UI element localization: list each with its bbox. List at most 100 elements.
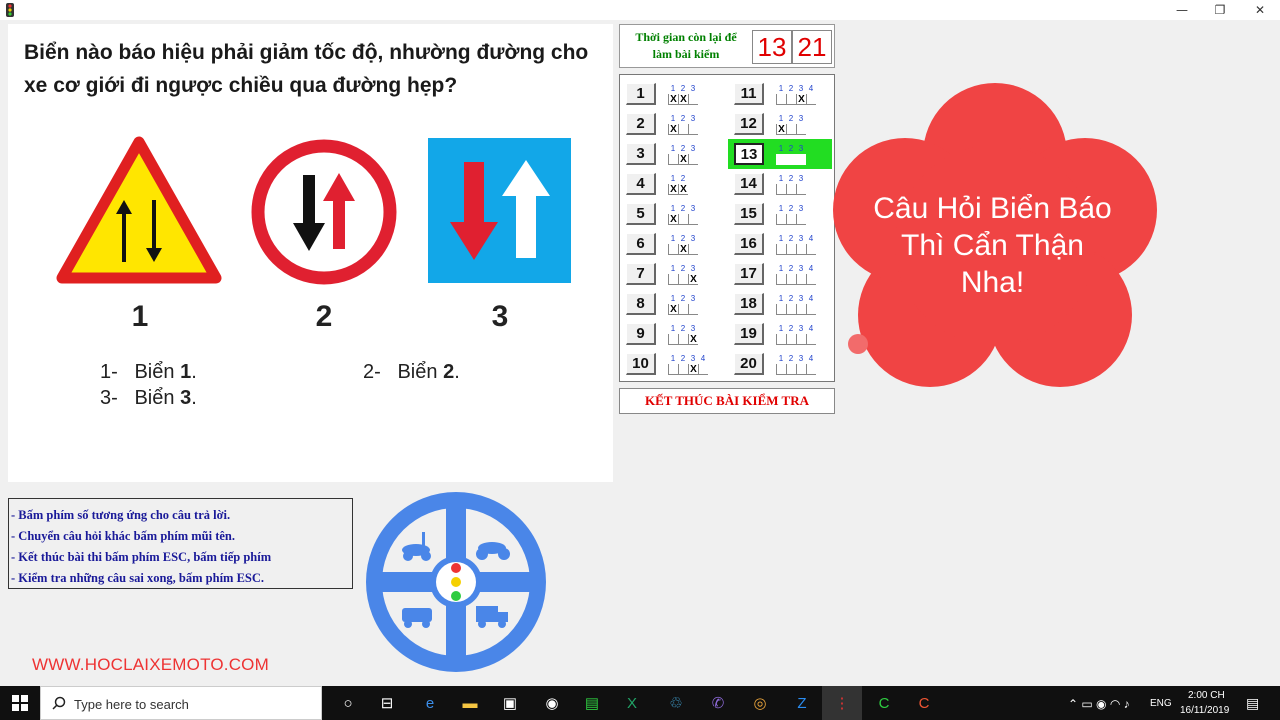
cortana-icon[interactable]: ○ [336,691,360,715]
motorbike-icon [476,542,510,560]
file-explorer-icon[interactable]: ▬ [458,691,482,715]
answer-marks: 123X [668,295,724,317]
recorder-icon[interactable]: C [912,691,936,715]
option-box [796,124,806,135]
notepad-icon[interactable]: ▤ [580,691,604,715]
option-box [668,154,678,165]
option-boxes [776,214,806,225]
answer-marks: 123X [668,145,724,167]
option-box [688,244,698,255]
question-button-9[interactable]: 9 [626,323,656,345]
option-boxes [776,274,816,285]
option-boxes [776,244,816,255]
question-button-6[interactable]: 6 [626,233,656,255]
chrome-icon[interactable]: ◎ [748,691,772,715]
traffic-light-icon [6,3,14,17]
sync-icon[interactable]: ♲ [664,691,688,715]
question-button-17[interactable]: 17 [734,263,764,285]
question-button-10[interactable]: 10 [626,353,656,375]
instructions-box: - Bấm phím số tương ứng cho câu trả lời.… [8,498,353,589]
question-button-8[interactable]: 8 [626,293,656,315]
option-box [776,274,786,285]
sign-label-2: 2 [315,300,333,333]
minimize-button[interactable]: — [1162,0,1202,20]
option-box [688,94,698,105]
option-box [806,244,816,255]
question-button-18[interactable]: 18 [734,293,764,315]
question-button-12[interactable]: 12 [734,113,764,135]
option-box [776,304,786,315]
priority-oncoming-sign [251,139,397,285]
viber-icon[interactable]: ✆ [706,691,730,715]
zalo-icon[interactable]: Z [790,691,814,715]
excel-icon[interactable]: X [620,691,644,715]
answer-marks: 123 [776,145,832,167]
option-numbers: 1234 [778,264,814,273]
option-boxes: X [668,304,698,315]
option-box [678,334,688,345]
option-box [796,244,806,255]
start-button[interactable] [0,686,40,720]
question-button-19[interactable]: 19 [734,323,764,345]
option-numbers: 123 [778,174,804,183]
sign-label-3: 3 [491,300,509,333]
question-button-20[interactable]: 20 [734,353,764,375]
instruction-line: - Bấm phím số tương ứng cho câu trả lời. [11,508,231,522]
answer-marks: 1234 [776,235,832,257]
callout-dot [848,334,868,354]
option-box [786,244,796,255]
option-boxes [776,364,816,375]
question-button-15[interactable]: 15 [734,203,764,225]
camtasia-icon[interactable]: C [872,691,896,715]
question-button-7[interactable]: 7 [626,263,656,285]
option-numbers: 123 [778,144,804,153]
option-numbers: 123 [670,204,696,213]
question-button-2[interactable]: 2 [626,113,656,135]
option-boxes [776,154,806,165]
instruction-line: - Chuyển câu hỏi khác bấm phím mũi tên. [11,529,235,543]
option-box [776,94,786,105]
option-box [668,274,678,285]
answer-option-1[interactable]: 1- Biển 1. [100,361,197,384]
option-box [776,364,786,375]
task-view-icon[interactable]: ⊟ [375,691,399,715]
answer-option-2[interactable]: 2- Biển 2. [363,361,460,384]
option-box [786,274,796,285]
option-box: X [668,214,678,225]
question-button-13[interactable]: 13 [734,143,764,165]
close-button[interactable]: ✕ [1240,0,1280,20]
option-box [786,304,796,315]
option-box: X [776,124,786,135]
question-button-3[interactable]: 3 [626,143,656,165]
finish-test-button[interactable]: KẾT THÚC BÀI KIỂM TRA [619,388,835,414]
language-indicator[interactable]: ENG [1150,698,1172,709]
maximize-button[interactable]: ❐ [1200,0,1240,20]
clock-date[interactable]: 16/11/2019 [1180,705,1229,716]
option-box [678,274,688,285]
option-box [678,124,688,135]
answer-option-3[interactable]: 3- Biển 3. [100,387,197,410]
notification-icon[interactable]: ▤ [1246,695,1259,712]
search-placeholder: Type here to search [74,697,189,712]
website-link[interactable]: WWW.HOCLAIXEMOTO.COM [32,655,269,675]
question-button-5[interactable]: 5 [626,203,656,225]
windows-icon [12,695,28,711]
question-button-14[interactable]: 14 [734,173,764,195]
taskbar-search[interactable]: Type here to search [40,686,322,720]
question-button-4[interactable]: 4 [626,173,656,195]
tray-icons[interactable]: ⌃ ▭ ◉ ◠ ♪ [1068,697,1130,711]
traffic-app-icon[interactable]: ⋮ [830,691,854,715]
edge-icon[interactable]: e [418,691,442,715]
answer-marks: 123XX [668,85,724,107]
answer-marks: 12XX [668,175,724,197]
option-box [678,364,688,375]
question-button-16[interactable]: 16 [734,233,764,255]
camera-icon[interactable]: ◉ [540,691,564,715]
store-icon[interactable]: ▣ [498,691,522,715]
question-button-11[interactable]: 11 [734,83,764,105]
option-boxes [776,304,816,315]
option-boxes: X [668,334,698,345]
question-button-1[interactable]: 1 [626,83,656,105]
option-boxes: X [668,364,708,375]
clock-time[interactable]: 2:00 CH [1188,690,1225,701]
